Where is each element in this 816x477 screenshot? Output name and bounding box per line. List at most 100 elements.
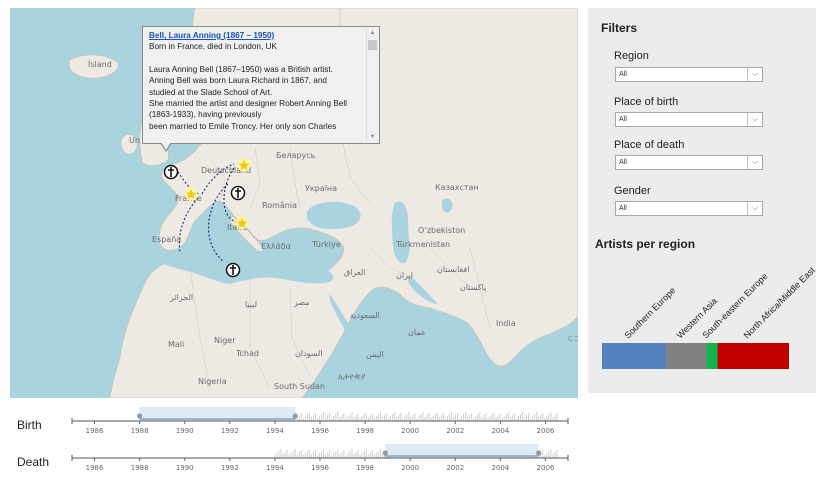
timeline-tick-label: 1994	[266, 427, 284, 435]
timeline-handle[interactable]	[382, 450, 388, 456]
region-select-value: All	[619, 71, 627, 78]
map-label-afghanistan: افغانستان	[437, 265, 470, 274]
timeline-tick-label: 2004	[491, 427, 509, 435]
map-label-niger: Niger	[214, 336, 236, 345]
death-place-select[interactable]: All ⌵	[615, 155, 763, 170]
map-scroll-control[interactable]: ⊂⊃	[567, 334, 578, 343]
popup-tail-fill	[161, 142, 171, 150]
popup-bio-line: been married to Emile Troncy. Her only s…	[149, 121, 337, 131]
map-label-india: India	[496, 319, 516, 328]
artists-per-region-title: Artists per region	[595, 237, 696, 251]
artists-per-region-chart: Southern EuropeWestern AsiaSouth-eastern…	[602, 265, 816, 369]
gender-select[interactable]: All ⌵	[615, 201, 763, 216]
birth-place-select-value: All	[619, 116, 627, 123]
timeline-tick-label: 2006	[537, 464, 555, 472]
popup-bio-line: (1863-1933), having previously	[149, 110, 262, 120]
region-bar-segment[interactable]	[602, 343, 667, 369]
popup-subtitle: Born in France, died in London, UK	[149, 42, 277, 52]
timeline-tick-label: 1992	[221, 427, 239, 435]
timeline-tick-label: 2000	[401, 464, 419, 472]
timeline-tick-label: 1990	[176, 464, 194, 472]
popup-bio-line: Laura Anning Bell (1867–1950) was a Brit…	[149, 64, 333, 74]
timeline-tick-label: 2004	[491, 464, 509, 472]
birth-star-italy[interactable]	[235, 216, 249, 230]
popup-bio-line: Anning Bell was born Laura Richard in 18…	[149, 76, 327, 86]
timeline-tick-label: 2000	[401, 427, 419, 435]
timeline-tick-label: 1988	[131, 427, 149, 435]
timeline-tick-label: 1998	[356, 427, 374, 435]
death-place-select-value: All	[619, 159, 627, 166]
chevron-down-icon: ⌵	[747, 113, 762, 126]
popup-content: Bell, Laura Anning (1867 – 1950) Born in…	[149, 30, 365, 140]
death-marker-germany[interactable]	[230, 185, 246, 201]
map-label-mali: Mali	[168, 340, 185, 349]
region-bar-segment[interactable]	[717, 343, 790, 369]
map-label-belarus: Беларусь	[276, 151, 316, 160]
timeline-tick-label: 1986	[86, 427, 104, 435]
scroll-down-icon[interactable]: ▼	[367, 132, 378, 142]
region-label: Region	[614, 50, 649, 62]
birth-star-germany[interactable]	[237, 158, 251, 172]
map-label-yemen: اليمن	[366, 350, 384, 359]
popup-scrollbar[interactable]: ▲ ▼	[366, 28, 378, 142]
map-label-iran: ایران	[396, 271, 413, 280]
chevron-down-icon: ⌵	[747, 202, 762, 215]
birth-place-select[interactable]: All ⌵	[615, 112, 763, 127]
map-label-algeria: الجزائر	[170, 293, 194, 302]
gender-select-value: All	[619, 205, 627, 212]
timeline-handle[interactable]	[536, 450, 542, 456]
filter-panel: Filters Region All ⌵ Place of birth All …	[588, 8, 816, 393]
timeline-handle[interactable]	[137, 413, 143, 419]
region-bar-segment[interactable]	[666, 343, 707, 369]
map-label-south-sudan: South Sudan	[274, 382, 325, 391]
death-place-label: Place of death	[614, 139, 685, 151]
scroll-thumb[interactable]	[368, 40, 377, 50]
region-bar-label: North Africa/Middle East	[742, 265, 816, 341]
region-bar-label: Southern Europe	[622, 285, 677, 340]
timeline-tick-label: 1988	[131, 464, 149, 472]
map-label-tchad: Tchad	[236, 349, 259, 358]
death-marker-london[interactable]	[163, 164, 179, 180]
timeline-tick-label: 2006	[537, 427, 555, 435]
timeline-tick-label: 1990	[176, 427, 194, 435]
map-label-uk: Un	[129, 136, 140, 145]
birth-timeline[interactable]: 1986 1988 1990 1992 1994 1996 1998 2000 2002 2004…	[0, 404, 600, 440]
timeline-tick-label: 1994	[266, 464, 284, 472]
map-label-iraq: العراق	[344, 268, 366, 277]
map-label-oman: عمان	[408, 328, 426, 337]
map-label-saudi: السعودية	[350, 311, 380, 320]
map-label-pakistan: پاکستان	[460, 283, 487, 292]
artist-popup: Bell, Laura Anning (1867 – 1950) Born in…	[142, 26, 380, 144]
timeline-tick-label: 2002	[446, 427, 464, 435]
map-label-ethiopia: ኢትዮጵያ	[338, 372, 366, 381]
gender-label: Gender	[614, 185, 651, 197]
map-label-ukraina: Україна	[305, 184, 338, 193]
black-sea	[306, 201, 361, 229]
timeline-handle[interactable]	[292, 413, 298, 419]
timeline-tick-label: 1996	[311, 427, 329, 435]
popup-bio-line: studied at the Slade School of Art.	[149, 87, 273, 97]
map-label-turkmenistan: Türkmenistan	[396, 240, 451, 249]
birth-star-france[interactable]	[184, 187, 198, 201]
region-bar-segment[interactable]	[706, 343, 718, 369]
scroll-up-icon[interactable]: ▲	[367, 28, 378, 38]
region-select[interactable]: All ⌵	[615, 67, 763, 82]
map-label-libya: ليبيا	[245, 300, 258, 309]
map-label-sudan: السودان	[295, 349, 323, 358]
timeline-tick-label: 1992	[221, 464, 239, 472]
popup-artist-link[interactable]: Bell, Laura Anning (1867 – 1950)	[149, 30, 365, 41]
timeline-tick-label: 2002	[446, 464, 464, 472]
map-label-egypt: مصر	[294, 298, 310, 307]
map-label-nigeria: Nigeria	[198, 377, 227, 386]
artist-markers	[163, 158, 251, 278]
chevron-down-icon: ⌵	[747, 68, 762, 81]
filters-title: Filters	[601, 21, 638, 35]
timeline-tick-label: 1986	[86, 464, 104, 472]
map-label-island: Ísland	[88, 60, 112, 69]
death-timeline[interactable]: 1986 1988 1990 1992 1994 1996 1998 2000 2002 2004…	[0, 441, 600, 477]
death-marker-tunisia[interactable]	[225, 262, 241, 278]
birth-place-label: Place of birth	[614, 96, 679, 108]
chevron-down-icon: ⌵	[747, 156, 762, 169]
timeline-tick-label: 1998	[356, 464, 374, 472]
popup-bio-line: She married the artist and designer Robe…	[149, 99, 347, 109]
